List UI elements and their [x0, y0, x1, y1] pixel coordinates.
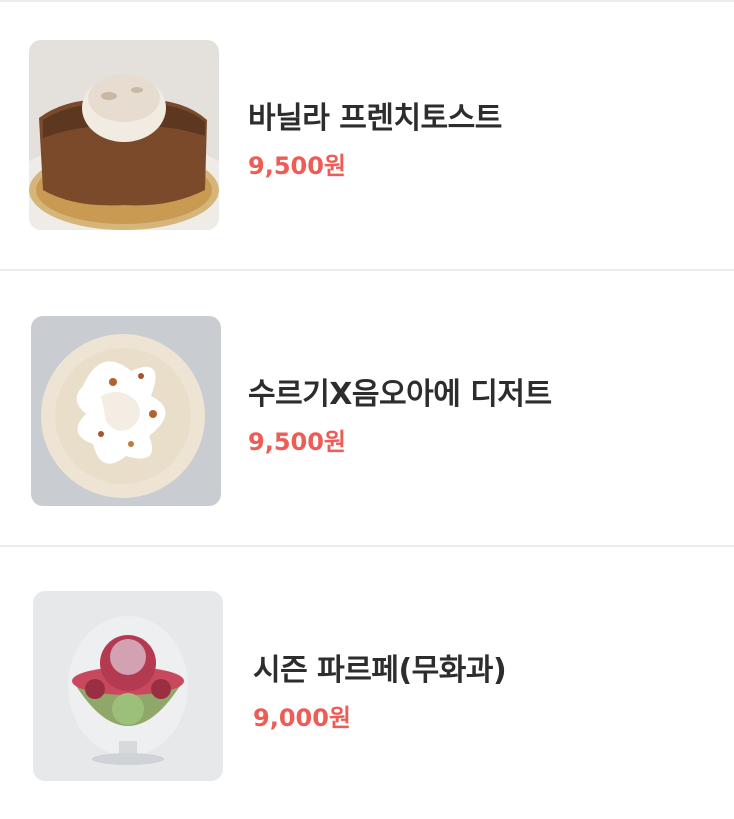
season-parfait-image [33, 591, 223, 781]
menu-item-name: 바닐라 프렌치토스트 [248, 101, 502, 136]
menu-item-price: 9,500원 [248, 152, 346, 180]
menu-item-name: 시즌 파르페(무화과) [253, 653, 507, 688]
menu-item-french-toast[interactable]: 바닐라 프렌치토스트 9,500원 [0, 0, 734, 270]
menu-item-season-parfait[interactable]: 시즌 파르페(무화과) 9,000원 [0, 547, 734, 819]
surgi-dessert-image [31, 316, 221, 506]
menu-item-price: 9,500원 [248, 428, 346, 456]
menu-list: 바닐라 프렌치토스트 9,500원 수르기X음오아에 디저트 9,500원 시즌… [0, 0, 734, 819]
menu-item-surgi-dessert[interactable]: 수르기X음오아에 디저트 9,500원 [0, 271, 734, 546]
menu-item-price: 9,000원 [253, 704, 351, 732]
french-toast-image [29, 40, 219, 230]
menu-item-name: 수르기X음오아에 디저트 [248, 377, 552, 412]
